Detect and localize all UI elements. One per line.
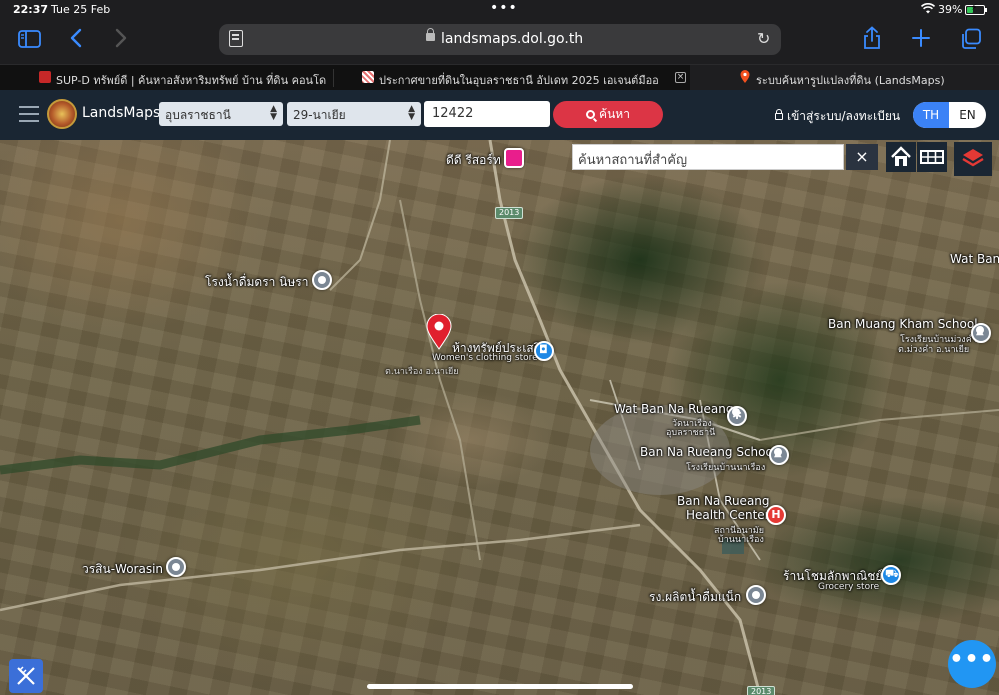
menu-icon[interactable] [19, 106, 39, 122]
page-menu-icon[interactable] [229, 30, 243, 47]
poi-label-na-rueang-school[interactable]: Ban Na Rueang School [640, 445, 776, 459]
new-tab-icon[interactable] [911, 28, 931, 53]
login-link[interactable]: เข้าสู่ระบบ/ลงทะเบียน [775, 107, 900, 126]
multitasking-dots-icon[interactable]: ••• [490, 0, 518, 16]
battery-icon: ⚡ [965, 3, 987, 15]
measure-tool-icon[interactable] [9, 659, 43, 693]
poi-label-wat-na-rueang[interactable]: Wat Ban Na Rueang [614, 402, 733, 416]
parcel-number-input[interactable]: 12422 [424, 101, 550, 127]
browser-toolbar: landsmaps.dol.go.th ↻ [0, 20, 999, 64]
language-toggle: TH EN [913, 102, 986, 128]
sidebar-icon[interactable] [18, 30, 41, 53]
poi-sublabel: Grocery store [818, 582, 880, 592]
tab-label: ระบบค้นหารูปแปลงที่ดิน (LandsMaps) [756, 74, 945, 87]
reload-icon[interactable]: ↻ [757, 29, 770, 48]
land-sale-favicon-icon [362, 71, 374, 83]
map-pin-favicon-icon [740, 70, 750, 84]
tab-sup-d[interactable]: SUP-D ทรัพย์ดี | ค้นหาอสังหาริมทรัพย์ บ้… [0, 65, 333, 90]
search-button[interactable]: ค้นหา [553, 101, 663, 128]
tab-overview-icon[interactable] [960, 28, 982, 55]
wifi-icon [920, 3, 936, 17]
sup-d-favicon-icon [39, 71, 51, 83]
home-icon[interactable] [886, 142, 916, 172]
lock-icon [775, 109, 783, 120]
place-pin-icon[interactable] [312, 270, 332, 290]
shopping-bag-icon[interactable] [534, 341, 554, 361]
tab-bar: SUP-D ทรัพย์ดี | ค้นหาอสังหาริมทรัพย์ บ้… [0, 64, 999, 90]
lang-th-button[interactable]: TH [913, 102, 949, 128]
poi-sublabel: ต.นาเรือง อ.นาเยีย [385, 367, 459, 377]
district-value: 29-นาเยีย [293, 108, 346, 122]
brand-name: LandsMaps [82, 105, 161, 121]
poi-label-health-center[interactable]: Ban Na Rueang [677, 494, 770, 508]
selected-parcel-marker-icon[interactable] [426, 313, 452, 350]
road-number-badge: 2013 [747, 686, 776, 695]
tab-land-sale[interactable]: ประกาศขายที่ดินในอุบลราชธานี อัปเดท 2025… [334, 65, 667, 90]
search-button-label: ค้นหา [599, 107, 630, 121]
app-header: LandsMaps อุบลราชธานี ▲ ▼ 29-นาเยีย ▲ ▼ 12… [0, 90, 999, 140]
battery-percent: 39% [938, 3, 963, 16]
school-icon[interactable] [971, 323, 991, 343]
back-icon[interactable] [70, 28, 82, 53]
landmark-search-input[interactable]: ค้นหาสถานที่สำคัญ [572, 144, 844, 170]
satellite-map[interactable]: ค้นหาสถานที่สำคัญ × 2013 2013 ดีดี รีสอร… [0, 140, 999, 695]
province-value: อุบลราชธานี [165, 108, 231, 122]
lang-en-button[interactable]: EN [949, 102, 986, 128]
province-select[interactable]: อุบลราชธานี ▲ ▼ [159, 102, 283, 126]
tab-label: ประกาศขายที่ดินในอุบลราชธานี อัปเดท 2025… [379, 74, 659, 87]
poi-label-drinking-water[interactable]: รง.ผลิตน้ำดื่มแน็ก [649, 588, 741, 607]
clear-search-button[interactable]: × [846, 144, 878, 170]
lock-icon [426, 28, 435, 41]
tab-label: SUP-D ทรัพย์ดี | ค้นหาอสังหาริมทรัพย์ บ้… [56, 74, 327, 87]
select-arrows-icon: ▲ ▼ [270, 104, 277, 122]
poi-label-wat-ban[interactable]: Wat Ban [950, 252, 999, 266]
url-text[interactable]: landsmaps.dol.go.th [441, 31, 583, 47]
charging-bolt-icon: ⚡ [971, 3, 978, 13]
poi-sublabel: อุบลราชธานี [666, 428, 716, 438]
road-number-badge: 2013 [495, 207, 524, 219]
temple-icon[interactable] [727, 406, 747, 426]
grid-icon[interactable] [917, 142, 947, 172]
forward-icon[interactable] [115, 28, 127, 53]
poi-label-resort[interactable]: ดีดี รีสอร์ท [446, 151, 501, 170]
tab-landsmaps[interactable]: ระบบค้นหารูปแปลงที่ดิน (LandsMaps) [690, 65, 999, 90]
place-pin-icon[interactable] [166, 557, 186, 577]
school-icon[interactable] [769, 445, 789, 465]
place-pin-icon[interactable] [746, 585, 766, 605]
poi-sublabel: ต.ม่วงคำ อ.นาเยีย [898, 345, 970, 355]
hotel-icon[interactable] [504, 148, 524, 168]
search-icon [586, 110, 596, 119]
select-arrows-icon: ▲ ▼ [408, 104, 415, 122]
poi-label-health-center-2: Health Center [686, 508, 770, 522]
status-bar: 22:37 Tue 25 Feb ••• 39% ⚡ [0, 0, 999, 20]
hospital-icon[interactable]: H [766, 505, 786, 525]
poi-label-water-plant[interactable]: โรงน้ำดื่มดรา นิษรา [205, 273, 308, 292]
status-date: Tue 25 Feb [51, 3, 111, 16]
poi-sublabel: Women's clothing store [432, 353, 538, 363]
close-tab-icon[interactable]: × [675, 72, 686, 83]
home-indicator [367, 684, 633, 689]
share-icon[interactable] [862, 26, 882, 55]
more-options-button[interactable]: ••• [948, 640, 996, 688]
login-label: เข้าสู่ระบบ/ลงทะเบียน [787, 109, 901, 123]
poi-sublabel: โรงเรียนบ้านนาเรือง [686, 463, 766, 473]
dol-logo [47, 99, 77, 129]
poi-label-worasin[interactable]: วรสิน-Worasin [82, 560, 163, 579]
layers-icon[interactable] [954, 142, 992, 176]
poi-label-muang-kham-school[interactable]: Ban Muang Kham School [828, 317, 978, 331]
status-time: 22:37 [13, 3, 49, 16]
poi-sublabel: บ้านนาเรือง [718, 535, 764, 545]
address-bar[interactable]: landsmaps.dol.go.th ↻ [219, 24, 781, 55]
district-select[interactable]: 29-นาเยีย ▲ ▼ [287, 102, 421, 126]
road-network [0, 140, 999, 695]
cart-icon[interactable] [881, 565, 901, 585]
